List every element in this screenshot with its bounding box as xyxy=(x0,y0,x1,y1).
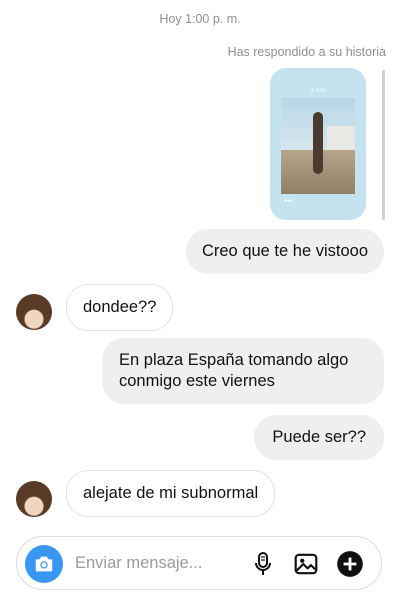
camera-button[interactable] xyxy=(25,545,63,583)
microphone-icon xyxy=(255,552,271,575)
conversation-timestamp: Hoy 1:00 p. m. xyxy=(159,12,241,26)
more-options-button[interactable] xyxy=(336,550,364,578)
story-photo xyxy=(281,98,355,194)
message-composer xyxy=(16,536,382,590)
contact-avatar[interactable] xyxy=(16,481,52,517)
message-received-2[interactable]: alejate de mi subnormal xyxy=(66,470,276,517)
message-sent-3[interactable]: Puede ser?? xyxy=(254,415,384,460)
message-input[interactable] xyxy=(75,550,245,576)
story-person-figure xyxy=(313,112,323,174)
replied-to-story-label: Has respondido a su historia xyxy=(227,45,386,59)
story-preview[interactable]: 2 JUN ●●● xyxy=(270,68,366,220)
message-received-1[interactable]: dondee?? xyxy=(66,284,174,331)
story-progress-label: ●●● xyxy=(284,198,294,204)
story-date-label: 2 JUN xyxy=(311,88,325,94)
contact-avatar[interactable] xyxy=(16,294,52,330)
chat-scrollbar[interactable] xyxy=(382,70,385,220)
plus-circle-icon xyxy=(337,551,363,577)
camera-icon xyxy=(35,556,53,572)
voice-message-button[interactable] xyxy=(249,550,277,578)
message-sent-1[interactable]: Creo que te he vistooo xyxy=(185,229,384,274)
image-icon xyxy=(294,553,318,575)
message-sent-2[interactable]: En plaza España tomando algo conmigo est… xyxy=(102,338,384,404)
gallery-button[interactable] xyxy=(292,550,320,578)
